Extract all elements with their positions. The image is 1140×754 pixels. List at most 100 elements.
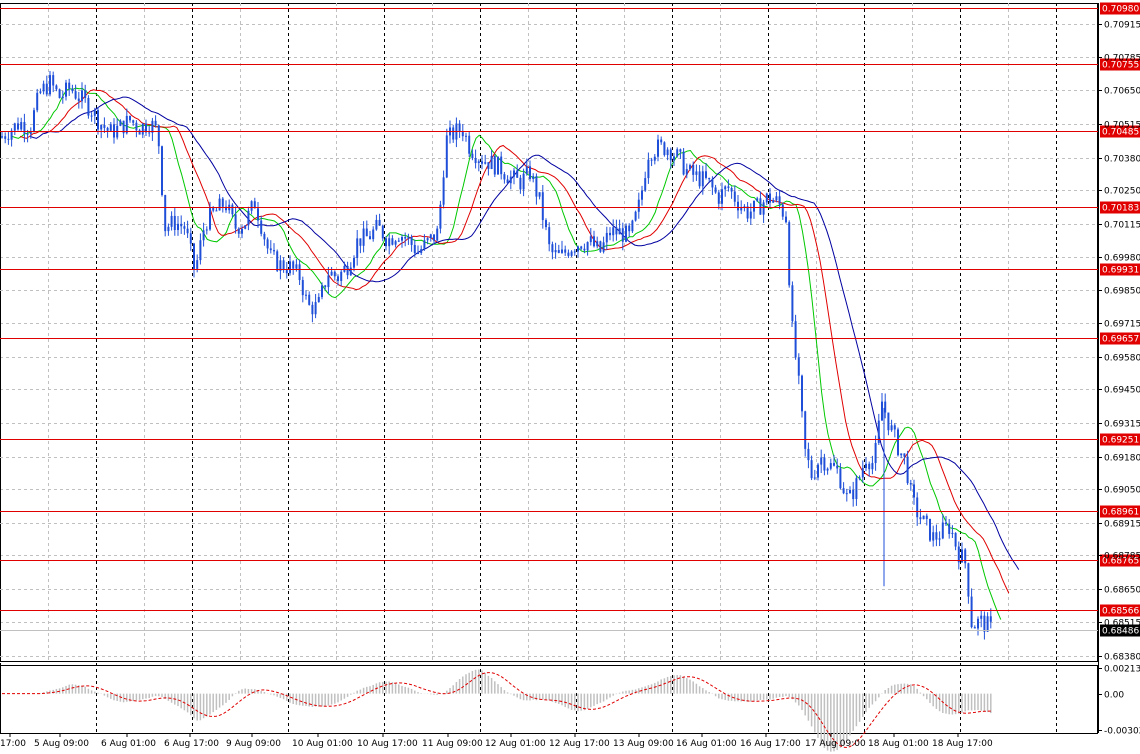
candle-body <box>977 618 979 629</box>
candle-body <box>1 136 3 138</box>
candle-body <box>765 193 768 203</box>
candle-body <box>87 97 90 116</box>
x-tick-label: 12 Aug 17:00 <box>549 739 610 749</box>
candle-body <box>45 83 48 95</box>
candle-body <box>964 549 967 564</box>
candle-body <box>804 411 807 449</box>
candle-body <box>295 264 298 269</box>
candle-body <box>426 238 429 241</box>
x-tick-label: 9 Aug 09:00 <box>226 739 281 749</box>
candle-body <box>701 171 704 187</box>
candle-body <box>577 246 579 252</box>
x-tick-label: 16 Aug 01:00 <box>676 739 737 749</box>
candle-body <box>983 615 986 632</box>
candle-body <box>919 517 922 520</box>
candle-body <box>33 110 35 132</box>
candle-body <box>833 463 835 466</box>
candle-body <box>970 596 973 628</box>
candle-body <box>212 207 215 211</box>
level-tag-label: 0.69931 <box>1102 266 1139 276</box>
y-tick-label: 0.69580 <box>1104 354 1140 364</box>
candle-body <box>52 75 55 86</box>
candle-body <box>324 285 327 288</box>
osc-tick-label: 0.00213 <box>1104 665 1140 675</box>
candle-body <box>871 463 874 470</box>
candle-body <box>93 110 96 116</box>
candle-body <box>394 241 397 245</box>
candle-body <box>218 198 221 211</box>
candle-body <box>84 90 87 98</box>
candle-body <box>420 249 423 254</box>
candle-body <box>401 237 403 241</box>
candle-body <box>820 457 823 465</box>
y-tick-label: 0.70115 <box>1104 221 1140 231</box>
candle-body <box>893 425 896 430</box>
candle-body <box>292 261 295 269</box>
candle-body <box>196 260 199 269</box>
candle-body <box>935 532 938 540</box>
candle-body <box>388 238 391 247</box>
candle-body <box>81 90 83 102</box>
candle-body <box>548 227 551 245</box>
candle-body <box>468 135 471 154</box>
candle-body <box>986 616 989 632</box>
y-tick-label: 0.69715 <box>1104 320 1140 330</box>
candle-body <box>244 225 247 229</box>
candle-body <box>164 195 167 232</box>
candle-body <box>551 244 554 253</box>
candle-body <box>682 151 685 175</box>
candle-body <box>135 122 138 131</box>
candle-body <box>698 171 701 187</box>
candle-body <box>583 248 586 251</box>
candle-body <box>77 98 80 102</box>
candle-body <box>858 477 861 479</box>
candle-body <box>372 229 375 240</box>
candle-body <box>257 208 259 221</box>
candle-body <box>762 202 765 215</box>
candle-body <box>413 244 416 254</box>
candle-body <box>260 220 263 234</box>
candle-body <box>535 176 538 197</box>
candle-body <box>865 463 867 469</box>
candle-body <box>513 170 515 177</box>
candle-body <box>532 176 535 179</box>
candle-body <box>695 171 698 175</box>
candle-body <box>938 538 941 540</box>
candle-body <box>282 260 285 271</box>
candle-body <box>215 210 218 212</box>
candle-body <box>948 524 951 534</box>
candle-body <box>817 464 819 478</box>
candle-body <box>506 179 509 184</box>
candle-body <box>778 196 781 205</box>
candle-body <box>452 127 455 140</box>
chart-background <box>0 0 1140 754</box>
candle-body <box>807 448 810 461</box>
candle-body <box>36 92 39 111</box>
candle-body <box>237 228 240 234</box>
y-tick-label: 0.70650 <box>1104 87 1140 97</box>
candle-body <box>49 75 51 95</box>
x-tick-label: 6 Aug 01:00 <box>101 739 156 749</box>
candle-body <box>289 261 291 274</box>
candle-body <box>474 158 477 164</box>
candle-body <box>148 132 151 134</box>
candle-body <box>365 228 368 237</box>
candle-body <box>522 173 525 190</box>
candle-body <box>503 174 506 180</box>
candle-body <box>586 242 589 251</box>
candle-body <box>925 515 928 519</box>
price-chart[interactable]: 0.709800.707550.704850.701830.699310.696… <box>0 0 1140 754</box>
y-tick-label: 0.69450 <box>1104 386 1140 396</box>
candle-body <box>74 91 77 99</box>
candle-body <box>109 124 112 131</box>
x-tick-label: 18 Aug 17:00 <box>932 739 993 749</box>
candle-body <box>644 178 647 191</box>
candle-body <box>484 162 487 164</box>
candle-body <box>17 123 19 130</box>
candle-body <box>346 265 349 276</box>
candle-body <box>58 89 61 99</box>
y-tick-label: 0.70515 <box>1104 121 1140 131</box>
osc-tick-label: 0.00 <box>1104 691 1124 701</box>
candle-body <box>679 149 682 152</box>
candle-body <box>836 465 839 469</box>
